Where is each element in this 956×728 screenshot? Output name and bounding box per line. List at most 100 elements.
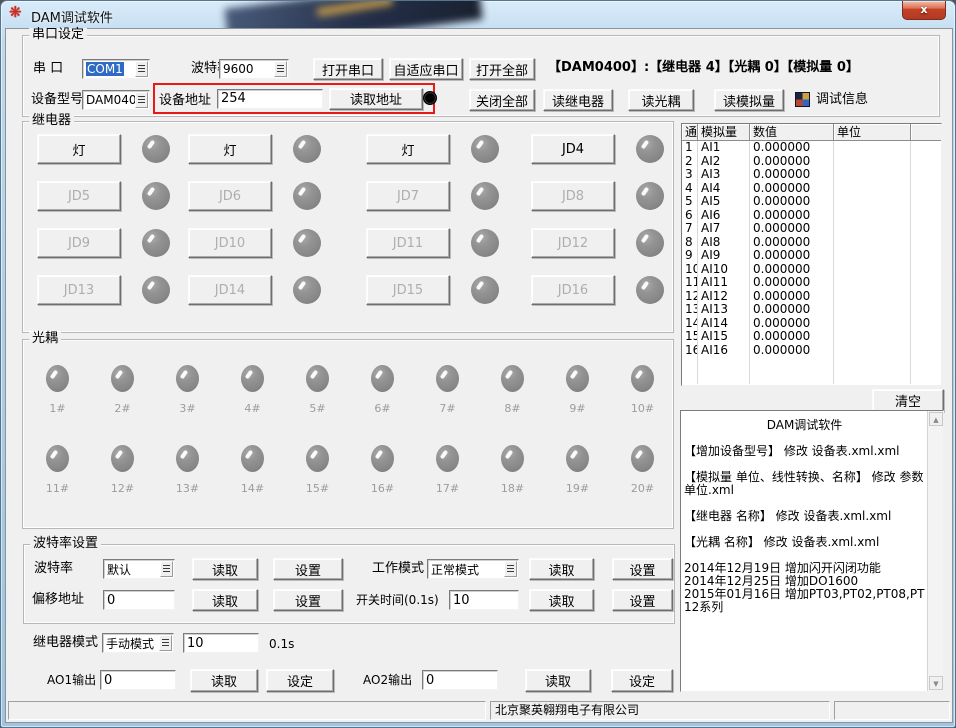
table-row[interactable] [682, 371, 941, 385]
relay-button[interactable]: JD9 [37, 228, 121, 258]
table-row[interactable]: 14 AI14 0.000000 [682, 317, 941, 331]
switch-read-button[interactable]: 读取 [529, 589, 594, 611]
table-row[interactable]: 4 AI4 0.000000 [682, 182, 941, 196]
workmode-read-button[interactable]: 读取 [529, 558, 594, 580]
table-row[interactable]: 10 AI10 0.000000 [682, 263, 941, 277]
col-analog[interactable]: 模拟量 [698, 124, 750, 141]
opto-label: 12# [111, 482, 134, 495]
workmode-select[interactable]: 正常模式 [427, 559, 519, 579]
relay-button[interactable]: JD14 [188, 275, 272, 305]
table-row[interactable]: 6 AI6 0.000000 [682, 209, 941, 223]
combo-arrow-icon[interactable] [274, 61, 287, 77]
table-row[interactable]: 12 AI12 0.000000 [682, 290, 941, 304]
relay-button[interactable]: 灯 [366, 134, 450, 164]
port-select[interactable]: COM1 [82, 59, 150, 79]
scroll-down-icon[interactable]: ▼ [929, 676, 943, 690]
relay-cell: 灯 [37, 134, 188, 181]
ao2-set-button[interactable]: 设定 [611, 669, 673, 692]
scroll-up-icon[interactable]: ▲ [929, 412, 943, 426]
read-opto-button[interactable]: 读光耦 [628, 89, 694, 111]
relay-lamp-icon [142, 229, 170, 257]
col-channel[interactable]: 通 [682, 124, 698, 141]
table-row[interactable]: 15 AI15 0.000000 [682, 330, 941, 344]
table-row[interactable]: 16 AI16 0.000000 [682, 344, 941, 358]
table-row[interactable]: 3 AI3 0.000000 [682, 168, 941, 182]
offset-set-button[interactable]: 设置 [273, 589, 343, 611]
offset-read-button[interactable]: 读取 [192, 589, 258, 611]
col-unit[interactable]: 单位 [834, 124, 911, 141]
titlebar[interactable]: DAM调试软件 x [1, 1, 955, 28]
switch-time-input[interactable] [449, 590, 519, 610]
offset-address-input[interactable] [103, 590, 175, 610]
relay-group: 继电器 灯 灯 灯 JD4 JD5 [22, 121, 674, 333]
close-all-button[interactable]: 关闭全部 [469, 89, 535, 111]
baudrate-read-button[interactable]: 读取 [192, 558, 258, 580]
opto-label: 4# [244, 402, 260, 415]
baudrate-set-button[interactable]: 设置 [273, 558, 343, 580]
open-all-button[interactable]: 打开全部 [469, 58, 535, 80]
open-serial-button[interactable]: 打开串口 [313, 58, 383, 80]
switch-set-button[interactable]: 设置 [612, 589, 673, 611]
relay-button[interactable]: JD16 [531, 275, 615, 305]
info-panel: DAM调试软件【增加设备型号】 修改 设备表.xml.xml【模拟量 单位、线性… [680, 410, 944, 692]
relay-button[interactable]: JD12 [531, 228, 615, 258]
ao1-read-button[interactable]: 读取 [190, 669, 258, 692]
table-row[interactable]: 5 AI5 0.000000 [682, 195, 941, 209]
relay-lamp-icon [293, 182, 321, 210]
table-row[interactable]: 7 AI7 0.000000 [682, 222, 941, 236]
table-row[interactable] [682, 357, 941, 371]
table-row[interactable]: 13 AI13 0.000000 [682, 303, 941, 317]
workmode-set-button[interactable]: 设置 [612, 558, 673, 580]
baudrate-settings-group: 波特率设置 波特率 默认 读取 设置 工作模式 正常模式 读取 设置 偏移地址 … [23, 544, 675, 624]
table-row[interactable]: 11 AI11 0.000000 [682, 276, 941, 290]
opto-lamp-icon [46, 445, 69, 472]
relay-button[interactable]: JD7 [366, 181, 450, 211]
col-value[interactable]: 数值 [750, 124, 834, 141]
baud-select[interactable]: 9600 [219, 59, 289, 79]
table-row[interactable]: 9 AI9 0.000000 [682, 249, 941, 263]
relay-time-unit: 0.1s [269, 633, 294, 655]
combo-arrow-icon[interactable] [135, 61, 148, 77]
opto-cell: 10# [610, 365, 675, 415]
relay-button[interactable]: JD10 [188, 228, 272, 258]
relay-lamp-icon [142, 135, 170, 163]
table-row[interactable]: 2 AI2 0.000000 [682, 155, 941, 169]
auto-serial-button[interactable]: 自适应串口 [389, 58, 463, 80]
table-row[interactable]: 8 AI8 0.000000 [682, 236, 941, 250]
ao1-input[interactable] [100, 670, 176, 690]
relay-button[interactable]: JD15 [366, 275, 450, 305]
combo-arrow-icon[interactable] [159, 635, 172, 651]
workmode-value: 正常模式 [431, 561, 479, 578]
relay-time-input[interactable] [183, 633, 259, 653]
close-button[interactable]: x [902, 1, 946, 20]
combo-arrow-icon[interactable] [135, 92, 148, 108]
ao2-input[interactable] [422, 670, 498, 690]
relay-cell: JD10 [188, 228, 366, 275]
relay-button[interactable]: JD6 [188, 181, 272, 211]
baudrate-select[interactable]: 默认 [103, 559, 175, 579]
relay-button[interactable]: JD11 [366, 228, 450, 258]
relay-button[interactable]: JD8 [531, 181, 615, 211]
relay-mode-select[interactable]: 手动模式 [102, 633, 174, 653]
relay-grid: 灯 灯 灯 JD4 JD5 JD6 JD [23, 134, 689, 322]
read-address-button[interactable]: 读取地址 [329, 88, 423, 110]
read-analog-button[interactable]: 读模拟量 [714, 89, 784, 111]
device-address-input[interactable] [217, 89, 323, 109]
combo-arrow-icon[interactable] [160, 561, 173, 577]
ao1-set-button[interactable]: 设定 [266, 669, 334, 692]
table-row[interactable]: 1 AI1 0.000000 [682, 141, 941, 155]
clear-button[interactable]: 清空 [872, 389, 944, 412]
debug-info-label[interactable]: 调试信息 [816, 90, 868, 110]
relay-button[interactable]: JD4 [531, 134, 615, 164]
relay-button[interactable]: 灯 [37, 134, 121, 164]
combo-arrow-icon[interactable] [504, 561, 517, 577]
model-select[interactable]: DAM0400 [82, 90, 150, 110]
offset-address-label: 偏移地址 [32, 590, 84, 610]
relay-button[interactable]: JD5 [37, 181, 121, 211]
device-info-text: 【DAM0400】:【继电器 4】【光耦 0】【模拟量 0】 [548, 58, 859, 78]
ao2-read-button[interactable]: 读取 [525, 669, 591, 692]
relay-button[interactable]: 灯 [188, 134, 272, 164]
read-relay-button[interactable]: 读继电器 [543, 89, 613, 111]
relay-button[interactable]: JD13 [37, 275, 121, 305]
info-scrollbar[interactable]: ▲ ▼ [927, 411, 943, 691]
